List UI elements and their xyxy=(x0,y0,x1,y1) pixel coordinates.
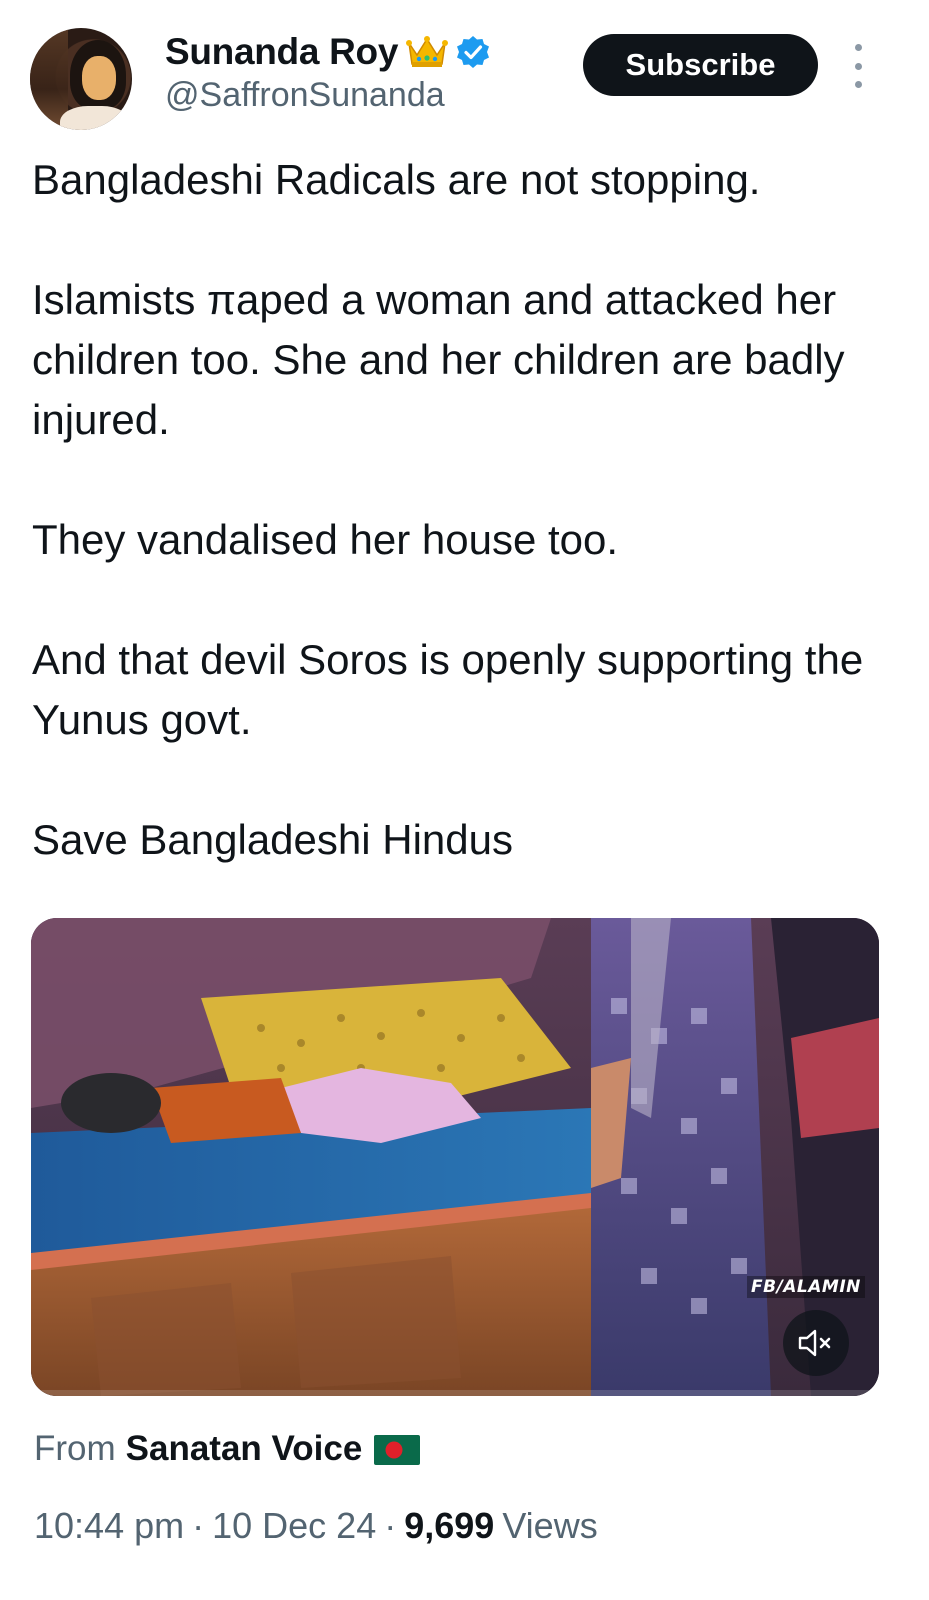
more-dot-icon xyxy=(854,81,862,88)
author-name-row[interactable]: Sunanda Roy xyxy=(165,30,490,74)
views-label: Views xyxy=(502,1505,598,1546)
source-attribution: From Sanatan Voice xyxy=(34,1424,421,1474)
tweet-video[interactable]: FB/ALAMIN xyxy=(31,918,879,1396)
tweet-paragraph: They vandalised her house too. xyxy=(32,516,619,563)
tweet-paragraph: Islamists πaped a woman and attacked her… xyxy=(32,276,845,443)
video-progress-bar[interactable] xyxy=(31,1390,879,1396)
meta-separator: · xyxy=(192,1505,205,1546)
more-options-icon[interactable] xyxy=(848,44,868,88)
tweet-paragraph: And that devil Soros is openly supportin… xyxy=(32,636,864,743)
bangladesh-flag-icon xyxy=(374,1434,421,1465)
source-name-link[interactable]: Sanatan Voice xyxy=(126,1429,363,1469)
tweet-paragraph: Save Bangladeshi Hindus xyxy=(32,816,513,863)
video-watermark: FB/ALAMIN xyxy=(747,1276,865,1298)
tweet-time[interactable]: 10:44 pm xyxy=(34,1505,184,1547)
avatar-face xyxy=(82,56,116,100)
video-frame xyxy=(31,918,879,1396)
more-dot-icon xyxy=(854,44,862,51)
tweet-date[interactable]: 10 Dec 24 xyxy=(212,1505,376,1547)
verified-icon xyxy=(456,35,490,69)
meta-separator: · xyxy=(384,1505,397,1546)
more-dot-icon xyxy=(854,62,862,70)
avatar-shirt xyxy=(60,106,130,130)
speaker-muted-icon[interactable] xyxy=(783,1310,849,1376)
crown-icon xyxy=(406,34,449,70)
author-display-name[interactable]: Sunanda Roy xyxy=(165,31,398,73)
tweet-meta: 10:44 pm · 10 Dec 24 · 9,699 Views xyxy=(34,1505,598,1547)
tweet-header: Sunanda Roy @SaffronSunanda Subscribe xyxy=(0,0,929,140)
views-count: 9,699 xyxy=(404,1505,495,1546)
tweet-body: Bangladeshi Radicals are not stopping. I… xyxy=(32,150,892,930)
subscribe-button[interactable]: Subscribe xyxy=(583,34,818,96)
source-label: From xyxy=(34,1429,116,1468)
tweet-paragraph: Bangladeshi Radicals are not stopping. xyxy=(32,156,761,203)
author-handle[interactable]: @SaffronSunanda xyxy=(165,76,445,115)
author-avatar[interactable] xyxy=(30,28,132,130)
